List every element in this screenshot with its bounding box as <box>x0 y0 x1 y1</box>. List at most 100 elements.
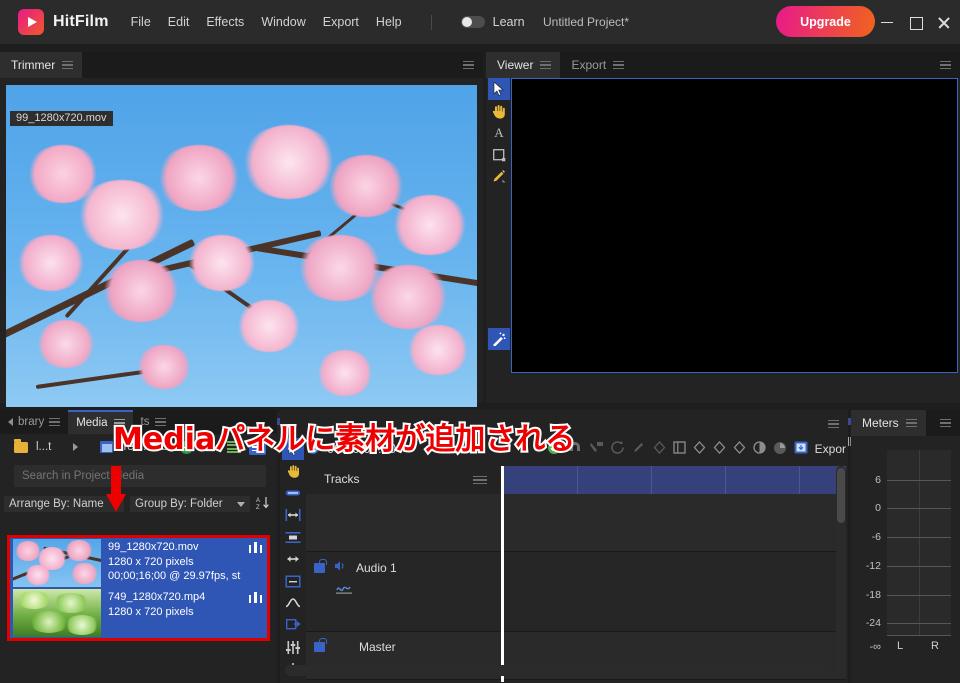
tab-library-label: brary <box>18 416 45 428</box>
menu-item-edit[interactable]: Edit <box>168 15 190 29</box>
chevron-left-icon[interactable] <box>8 418 13 426</box>
upgrade-button[interactable]: Upgrade <box>776 6 875 37</box>
tab-viewer[interactable]: Viewer <box>486 52 561 78</box>
media-item-detail: 00;00;16;00 @ 29.97fps, st <box>108 570 241 582</box>
tab-trimmer[interactable]: Trimmer <box>0 52 83 78</box>
tab-library[interactable]: brary <box>0 410 68 434</box>
lock-icon[interactable] <box>314 558 327 573</box>
timeline-panel-menu-icon[interactable] <box>828 420 839 428</box>
tab-export[interactable]: Export <box>560 52 633 78</box>
track-select-icon[interactable] <box>282 614 304 636</box>
diamond2-icon[interactable] <box>713 441 726 457</box>
ripple-icon[interactable] <box>282 526 304 548</box>
meters-panel-menu-icon[interactable] <box>940 419 951 427</box>
loop-icon[interactable] <box>610 441 625 457</box>
timeline-ruler[interactable] <box>503 466 846 494</box>
rectangle-icon[interactable] <box>488 144 510 166</box>
tab-export-menu-icon[interactable] <box>613 61 625 69</box>
arrange-by-label: Arrange By: Name <box>9 498 104 510</box>
media-item-list[interactable]: 99_1280x720.mov 1280 x 720 pixels 00;00;… <box>10 538 267 638</box>
timeline-export-label[interactable]: Expor <box>815 442 846 456</box>
diamond-icon[interactable] <box>693 441 706 457</box>
trimmer-video-preview[interactable]: 99_1280x720.mov <box>6 85 477 407</box>
group-by-dropdown[interactable]: Group By: Folder <box>130 496 250 512</box>
hand-icon[interactable] <box>488 100 510 122</box>
cursor-icon[interactable] <box>488 78 510 100</box>
track-header[interactable]: Audio 1 <box>306 552 503 631</box>
keyframe-icon[interactable] <box>653 441 666 457</box>
viewer-toolbar: A <box>488 78 510 398</box>
text-icon[interactable]: A <box>488 122 510 144</box>
razor-icon[interactable] <box>589 441 604 457</box>
search-input[interactable] <box>14 465 266 487</box>
list-item[interactable]: 99_1280x720.mov 1280 x 720 pixels 00;00;… <box>10 538 267 588</box>
tab-viewer-label: Viewer <box>497 58 534 72</box>
speed-icon[interactable] <box>773 441 787 458</box>
media-properties-icon[interactable] <box>249 591 262 603</box>
tab-export-label: Export <box>571 58 607 72</box>
tab-viewer-menu-icon[interactable] <box>540 61 552 69</box>
menu-item-help[interactable]: Help <box>376 15 402 29</box>
pen-icon[interactable] <box>632 441 646 457</box>
learn-toggle[interactable] <box>460 16 485 28</box>
export-icon[interactable] <box>794 441 808 457</box>
diamond3-icon[interactable] <box>733 441 746 457</box>
main-menu: File Edit Effects Window Export Help Lea… <box>131 14 525 30</box>
slip-icon[interactable] <box>282 482 304 504</box>
media-thumbnail <box>13 539 101 587</box>
meter-scale-m24: -24 <box>865 617 881 629</box>
timeline-vertical-scrollbar[interactable] <box>836 466 846 674</box>
sort-az-icon[interactable]: AZ <box>256 496 269 513</box>
timeline-playhead[interactable] <box>501 466 504 682</box>
timeline-track-audio[interactable]: Audio 1 <box>306 552 846 632</box>
list-item[interactable]: 749_1280x720.mp4 1280 x 720 pixels <box>10 588 267 638</box>
pencil-icon[interactable] <box>488 166 510 188</box>
track-header[interactable] <box>306 494 503 551</box>
learn-toggle-group[interactable]: Learn <box>460 15 525 29</box>
folder-icon[interactable] <box>14 438 28 453</box>
mask-wand-icon[interactable] <box>488 328 510 350</box>
timeline-track-video[interactable] <box>306 494 846 552</box>
viewer-tab-bar: Viewer Export <box>486 52 960 78</box>
slide-icon[interactable] <box>282 504 304 526</box>
viewer-canvas[interactable] <box>511 78 958 373</box>
opacity-icon[interactable] <box>752 441 766 457</box>
trimmer-panel: Trimmer 99_1280x720.mov <box>0 52 483 455</box>
slice-icon[interactable] <box>282 592 304 614</box>
tab-meters[interactable]: Meters <box>851 410 926 436</box>
box-icon[interactable] <box>672 441 686 457</box>
tab-menu-icon[interactable] <box>62 61 74 69</box>
menu-item-export[interactable]: Export <box>323 15 359 29</box>
menu-item-effects[interactable]: Effects <box>206 15 244 29</box>
minimize-icon[interactable] <box>881 16 894 29</box>
svg-text:Z: Z <box>256 505 260 510</box>
tab-library-menu-icon[interactable] <box>49 418 61 426</box>
rolling-edit-icon[interactable] <box>282 548 304 570</box>
mixer-icon[interactable] <box>282 636 304 658</box>
trimmer-tab-bar: Trimmer <box>0 52 483 78</box>
menu-item-window[interactable]: Window <box>261 15 305 29</box>
media-properties-icon[interactable] <box>249 541 262 553</box>
menu-item-file[interactable]: File <box>131 15 151 29</box>
trimmer-panel-menu-icon[interactable] <box>463 61 474 69</box>
viewer-panel-menu-icon[interactable] <box>940 61 951 69</box>
chevron-right-icon[interactable] <box>73 443 79 451</box>
templates-icon[interactable] <box>100 441 114 453</box>
speaker-icon[interactable] <box>334 560 347 575</box>
meter-scale-0: 0 <box>875 502 881 514</box>
meter-channel-left: L <box>897 640 904 652</box>
media-item-resolution: 1280 x 720 pixels <box>108 555 194 568</box>
tab-meters-menu-icon[interactable] <box>905 419 917 427</box>
timeline-horizontal-scrollbar[interactable] <box>285 665 825 676</box>
meter-scale-m12: -12 <box>865 560 881 572</box>
tracks-menu-icon[interactable] <box>473 476 487 484</box>
close-icon[interactable] <box>937 16 950 29</box>
play-logo-icon <box>18 9 44 35</box>
viewer-panel: Viewer Export A <box>486 52 960 451</box>
maximize-icon[interactable] <box>909 16 923 30</box>
rate-stretch-icon[interactable] <box>282 570 304 592</box>
waveform-icon[interactable] <box>336 582 502 598</box>
hand-icon[interactable] <box>282 460 304 482</box>
lock-icon[interactable] <box>314 638 327 652</box>
group-chevron-down-icon[interactable] <box>237 501 245 507</box>
